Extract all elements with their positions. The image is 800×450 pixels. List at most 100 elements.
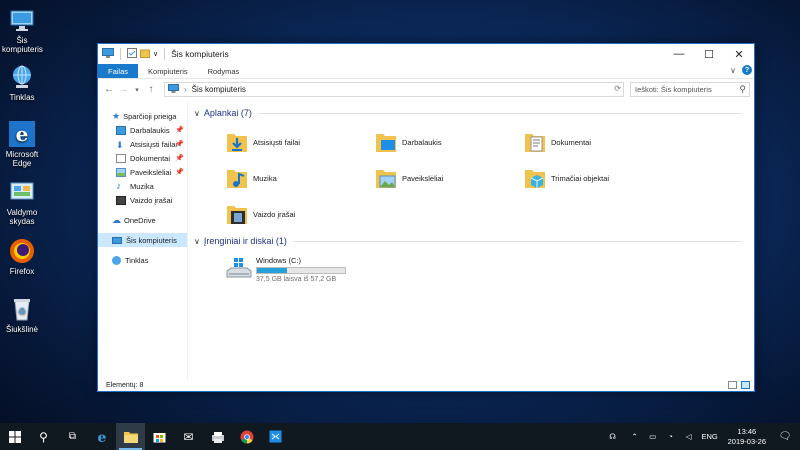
- desktop-icon-label: Tinklas: [9, 93, 35, 102]
- music-note-icon: ♪: [116, 180, 121, 192]
- drive-usage-fill: [257, 267, 287, 273]
- network-globe-icon: [8, 63, 36, 91]
- nav-item-documents[interactable]: Dokumentai 📌: [98, 151, 187, 165]
- svg-text:e: e: [97, 430, 106, 444]
- nav-item-pictures[interactable]: Paveikslėliai 📌: [98, 165, 187, 179]
- properties-icon[interactable]: [127, 48, 137, 60]
- taskbar-file-explorer[interactable]: [116, 423, 145, 450]
- star-icon: ★: [112, 110, 121, 121]
- maximize-button[interactable]: ☐: [694, 44, 724, 64]
- desktop-icon-firefox[interactable]: Firefox: [2, 237, 42, 276]
- music-folder-icon: [226, 166, 248, 190]
- folder-desktop[interactable]: Darbalaukis: [375, 124, 524, 160]
- tab-file[interactable]: Failas: [98, 64, 139, 78]
- start-button[interactable]: [0, 423, 29, 450]
- windows-logo-icon: [8, 430, 21, 443]
- desktop-icon-label: Šiukšlinė: [5, 325, 38, 334]
- desktop-icon-control-panel[interactable]: Valdymo skydas: [2, 178, 42, 226]
- new-folder-icon[interactable]: [140, 48, 150, 60]
- breadcrumb-this-pc[interactable]: Šis kompiuteris: [192, 85, 246, 94]
- show-hidden-icons-chevron-icon[interactable]: ⌃: [628, 432, 642, 441]
- drive-c[interactable]: Windows (C:) 37,5 GB laisva iš 57,2 GB: [194, 252, 754, 286]
- group-title: Įrenginiai ir diskai (1): [203, 236, 287, 246]
- close-button[interactable]: ✕: [724, 44, 754, 64]
- desktop-icon-recycle-bin[interactable]: ♻ Šiukšlinė: [2, 295, 42, 334]
- group-header-devices[interactable]: ∨ Įrenginiai ir diskai (1): [194, 234, 754, 248]
- pin-icon: 📌: [175, 141, 184, 148]
- document-icon: [116, 153, 126, 163]
- forward-button[interactable]: →: [116, 84, 130, 95]
- nav-label: Sparčioji prieiga: [123, 111, 177, 121]
- recycle-bin-icon: ♻: [8, 295, 36, 323]
- group-header-folders[interactable]: ∨ Aplankai (7): [194, 106, 754, 120]
- nav-quick-access[interactable]: ★ Sparčioji prieiga: [98, 109, 187, 123]
- folder-videos[interactable]: Vaizdo įrašai: [226, 196, 375, 232]
- wifi-icon[interactable]: ◔: [664, 432, 678, 441]
- folder-pictures[interactable]: Paveikslėliai: [375, 160, 524, 196]
- folder-label: Dokumentai: [551, 137, 592, 147]
- desktop-icon-this-pc[interactable]: Šis kompiuteris: [2, 6, 43, 54]
- status-bar: Elementų: 8: [98, 379, 754, 391]
- volume-icon[interactable]: ◁: [682, 432, 696, 441]
- group-divider: [257, 112, 742, 114]
- desktop-icon-edge[interactable]: e Microsoft Edge: [2, 120, 42, 168]
- task-view-button[interactable]: ⧉: [58, 423, 87, 450]
- desktop-icon-network[interactable]: Tinklas: [2, 63, 42, 102]
- toolbar-divider: [164, 48, 166, 60]
- folder-downloads[interactable]: Atsisiųsti failai: [226, 124, 375, 160]
- task-view-icon: ⧉: [68, 431, 77, 442]
- taskbar-mail[interactable]: ✉: [174, 423, 203, 450]
- search-box[interactable]: Ieškoti: Šis kompiuteris ⚲: [630, 82, 750, 97]
- nav-item-desktop[interactable]: Darbalaukis 📌: [98, 123, 187, 137]
- refresh-icon[interactable]: ⟳: [614, 84, 621, 93]
- address-bar[interactable]: › Šis kompiuteris ⟳: [164, 82, 624, 97]
- nav-item-this-pc[interactable]: Šis kompiuteris: [98, 233, 187, 247]
- toolbar-divider: [120, 48, 121, 60]
- large-icons-view-icon[interactable]: [741, 381, 750, 389]
- folder-3d-objects[interactable]: Trimačiai objektai: [524, 160, 673, 196]
- folder-documents[interactable]: Dokumentai: [524, 124, 673, 160]
- action-center-icon[interactable]: 🗨: [774, 431, 796, 442]
- nav-item-onedrive[interactable]: ☁ OneDrive: [98, 213, 187, 227]
- taskbar-chrome[interactable]: [232, 423, 261, 450]
- control-panel-icon: [8, 178, 36, 206]
- taskbar-app-blue[interactable]: [261, 423, 290, 450]
- details-view-icon[interactable]: [728, 381, 737, 389]
- ribbon-tabs: Failas Kompiuteris Rodymas ∨ ?: [98, 64, 754, 78]
- up-button[interactable]: ↑: [144, 84, 158, 95]
- nav-item-music[interactable]: ♪ Muzika: [98, 179, 187, 193]
- search-button[interactable]: ⚲: [29, 423, 58, 450]
- drive-usage-bar: [256, 266, 346, 274]
- app-icon: [269, 430, 282, 443]
- edge-icon: e: [8, 120, 36, 148]
- folders-grid: Atsisiųsti failai Darbalaukis Dokumentai: [194, 124, 754, 232]
- taskbar-store[interactable]: [145, 423, 174, 450]
- help-button[interactable]: ?: [742, 65, 752, 75]
- nav-item-downloads[interactable]: ⬇ Atsisiųsti failai 📌: [98, 137, 187, 151]
- desktop-icon-label: Firefox: [9, 267, 35, 276]
- taskbar-pinned-app[interactable]: [203, 423, 232, 450]
- clock[interactable]: 13:46 2019-03-26: [728, 427, 766, 447]
- tray-app-icon[interactable]: ▭: [646, 432, 660, 441]
- folder-music[interactable]: Muzika: [226, 160, 375, 196]
- downloads-folder-icon: [226, 130, 248, 154]
- monitor-icon: [112, 236, 122, 244]
- desktop-icon-label: Microsoft: [5, 150, 39, 159]
- recent-locations-dropdown[interactable]: ▾: [130, 86, 144, 94]
- nav-label: Muzika: [130, 181, 154, 191]
- customize-toolbar-dropdown[interactable]: ∨: [153, 50, 158, 58]
- language-indicator[interactable]: ENG: [700, 432, 720, 441]
- nav-item-network[interactable]: Tinklas: [98, 253, 187, 267]
- people-icon[interactable]: ☊: [606, 432, 620, 441]
- desktop-icon-label: skydas: [9, 217, 35, 226]
- cloud-icon: ☁: [112, 214, 121, 225]
- expand-ribbon-button[interactable]: ∨: [730, 66, 736, 75]
- breadcrumb-separator: ›: [184, 85, 187, 94]
- back-button[interactable]: ←: [102, 84, 116, 95]
- minimize-button[interactable]: —: [664, 44, 694, 64]
- quick-access-toolbar: ∨: [102, 48, 168, 60]
- nav-item-videos[interactable]: Vaizdo įrašai: [98, 193, 187, 207]
- taskbar-edge[interactable]: e: [87, 423, 116, 450]
- tab-computer[interactable]: Kompiuteris: [138, 64, 198, 78]
- tab-view[interactable]: Rodymas: [198, 64, 250, 78]
